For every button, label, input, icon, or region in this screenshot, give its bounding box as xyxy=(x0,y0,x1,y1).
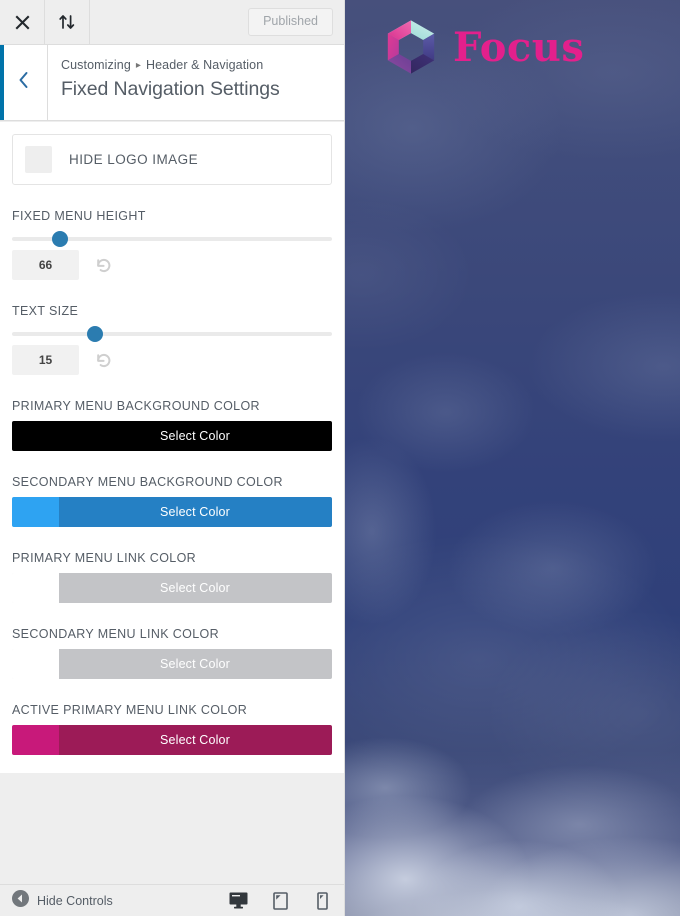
chevron-left-icon xyxy=(17,71,30,94)
slider-track xyxy=(12,332,332,336)
customizer-screen: Published Customizing ▸ Header & Navigatio… xyxy=(0,0,680,916)
text-size-input[interactable]: 15 xyxy=(12,345,79,375)
focus-logo-icon xyxy=(382,18,440,76)
breadcrumb-separator-icon: ▸ xyxy=(135,60,141,71)
hide-logo-image-label: HIDE LOGO IMAGE xyxy=(69,152,199,167)
tablet-preview-icon[interactable] xyxy=(269,890,291,912)
slider-handle[interactable] xyxy=(52,231,68,247)
mobile-preview-icon[interactable] xyxy=(311,890,333,912)
color-button-face: Select Color xyxy=(12,497,332,527)
hide-controls-label: Hide Controls xyxy=(37,893,113,908)
fixed-menu-height-input[interactable]: 66 xyxy=(12,250,79,280)
slider-handle[interactable] xyxy=(87,326,104,342)
device-preview-group xyxy=(227,890,333,912)
reset-icon[interactable] xyxy=(93,255,113,275)
breadcrumb-root[interactable]: Customizing xyxy=(61,58,131,72)
hide-controls-button[interactable]: Hide Controls xyxy=(12,889,113,912)
controls-list: HIDE LOGO IMAGE FIXED MENU HEIGHT 66 TEX… xyxy=(0,122,344,773)
color-button-face: Select Color xyxy=(12,421,332,451)
color-button-face: Select Color xyxy=(12,573,332,603)
text-size-value-row: 15 xyxy=(12,345,332,375)
secondary-menu-link-color-button[interactable]: Select Color xyxy=(12,649,332,679)
site-preview-pane[interactable]: Focus xyxy=(345,0,680,916)
section-header: Customizing ▸ Header & Navigation Fixed Na… xyxy=(0,45,344,121)
customizer-bottombar: Hide Controls xyxy=(0,884,344,916)
primary-menu-link-color-label: PRIMARY MENU LINK COLOR xyxy=(12,551,197,565)
controls-scroll-area[interactable]: HIDE LOGO IMAGE FIXED MENU HEIGHT 66 TEX… xyxy=(0,122,344,884)
primary-menu-background-color-label: PRIMARY MENU BACKGROUND COLOR xyxy=(12,399,260,413)
select-color-label: Select Color xyxy=(160,505,230,519)
customizer-topbar: Published xyxy=(0,0,344,45)
cloud-haze-overlay xyxy=(345,0,680,916)
select-color-label: Select Color xyxy=(160,581,230,595)
publish-area: Published xyxy=(90,0,344,44)
select-color-label: Select Color xyxy=(160,657,230,671)
site-title[interactable]: Focus xyxy=(453,28,584,68)
collapse-left-icon xyxy=(12,889,29,912)
breadcrumb-parent[interactable]: Header & Navigation xyxy=(146,58,263,72)
reset-icon[interactable] xyxy=(93,350,113,370)
secondary-menu-background-color-label: SECONDARY MENU BACKGROUND COLOR xyxy=(12,475,283,489)
select-color-label: Select Color xyxy=(160,429,230,443)
hide-logo-image-control[interactable]: HIDE LOGO IMAGE xyxy=(12,134,332,185)
hide-logo-image-checkbox[interactable] xyxy=(25,146,52,173)
fixed-menu-height-label: FIXED MENU HEIGHT xyxy=(12,209,146,223)
text-size-slider[interactable] xyxy=(12,326,332,342)
breadcrumb: Customizing ▸ Header & Navigation xyxy=(61,57,330,75)
fixed-menu-height-slider[interactable] xyxy=(12,231,332,247)
primary-menu-background-color-button[interactable]: Select Color xyxy=(12,421,332,451)
text-size-label: TEXT SIZE xyxy=(12,304,79,318)
primary-menu-link-color-button[interactable]: Select Color xyxy=(12,573,332,603)
active-primary-menu-link-color-label: ACTIVE PRIMARY MENU LINK COLOR xyxy=(12,703,248,717)
color-button-face: Select Color xyxy=(12,649,332,679)
secondary-menu-link-color-label: SECONDARY MENU LINK COLOR xyxy=(12,627,219,641)
secondary-menu-background-color-button[interactable]: Select Color xyxy=(12,497,332,527)
back-button[interactable] xyxy=(0,45,48,120)
close-icon xyxy=(15,15,30,30)
arrows-up-down-icon xyxy=(58,14,76,30)
section-header-text: Customizing ▸ Header & Navigation Fixed Na… xyxy=(48,45,344,120)
select-color-label: Select Color xyxy=(160,733,230,747)
active-primary-menu-link-color-button[interactable]: Select Color xyxy=(12,725,332,755)
page-title: Fixed Navigation Settings xyxy=(61,77,280,100)
fixed-menu-height-value-row: 66 xyxy=(12,250,332,280)
desktop-preview-icon[interactable] xyxy=(227,890,249,912)
customizer-panel: Published Customizing ▸ Header & Navigatio… xyxy=(0,0,345,916)
close-button[interactable] xyxy=(0,0,45,44)
collapse-sidebar-button[interactable] xyxy=(45,0,90,44)
color-button-face: Select Color xyxy=(12,725,332,755)
publish-button[interactable]: Published xyxy=(248,8,333,36)
site-brand[interactable]: Focus xyxy=(382,18,584,76)
